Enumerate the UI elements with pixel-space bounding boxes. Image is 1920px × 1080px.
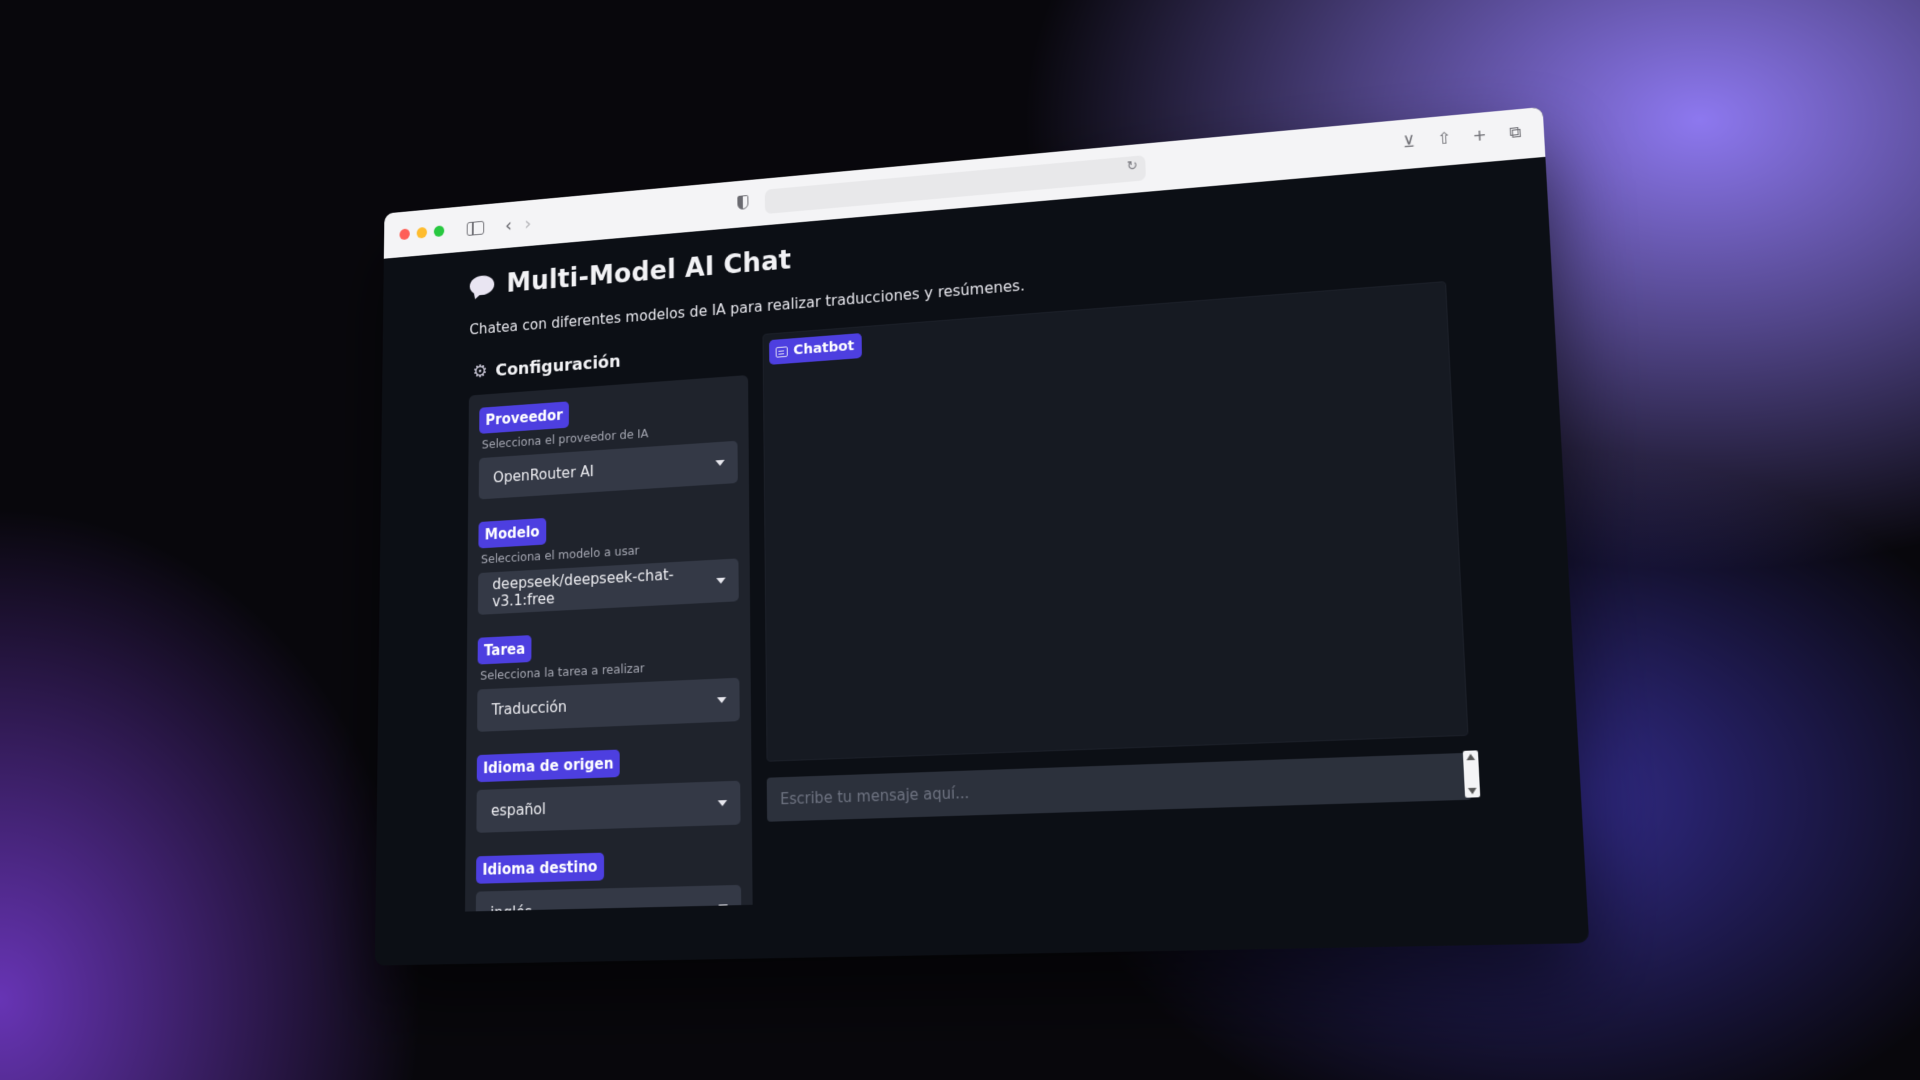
tabs-overview-icon[interactable]: ⧉ [1505, 122, 1525, 144]
config-panel: Proveedor Selecciona el proveedor de IA … [465, 375, 753, 912]
chevron-down-icon [718, 904, 728, 911]
target-language-field: Idioma destino inglés [475, 849, 742, 912]
task-label: Tarea [477, 635, 532, 665]
provider-dropdown[interactable]: OpenRouter AI [478, 440, 738, 500]
window-controls [399, 225, 445, 241]
config-title: Configuración [495, 351, 621, 381]
gear-icon: ⚙ [472, 360, 488, 383]
speech-bubble-icon [469, 274, 495, 296]
share-icon[interactable]: ⇧ [1434, 128, 1454, 149]
shield-icon[interactable] [737, 194, 749, 210]
provider-field: Proveedor Selecciona el proveedor de IA … [478, 389, 738, 500]
message-input-row [766, 750, 1481, 822]
chevron-down-icon [717, 800, 728, 807]
config-header: ⚙ Configuración [472, 341, 748, 383]
download-icon[interactable]: ⊻ [1399, 131, 1419, 152]
new-tab-icon[interactable]: + [1470, 125, 1490, 147]
target-language-value: inglés [490, 903, 532, 912]
chatbot-label-text: Chatbot [793, 338, 855, 359]
source-language-dropdown[interactable]: español [476, 780, 741, 833]
back-chevron-icon[interactable]: ‹ [505, 214, 512, 237]
chatbot-window[interactable]: Chatbot [762, 281, 1469, 762]
scroll-down-icon[interactable] [1467, 787, 1477, 795]
scene: ‹ › ↻ ⊻ ⇧ + ⧉ Multi-Model AI Chat Chatea… [0, 0, 1920, 1080]
target-language-label: Idioma destino [476, 852, 604, 884]
task-field: Tarea Selecciona la tarea a realizar Tra… [477, 625, 740, 732]
message-icon [775, 345, 788, 358]
message-input[interactable] [766, 752, 1472, 822]
zoom-window-button[interactable] [433, 225, 445, 238]
minimize-window-button[interactable] [416, 226, 428, 239]
reload-icon[interactable]: ↻ [1127, 159, 1138, 174]
source-language-value: español [490, 800, 546, 820]
chevron-down-icon [715, 459, 725, 467]
toolbar-right: ⊻ ⇧ + ⧉ [1399, 122, 1525, 153]
scroll-up-icon[interactable] [1466, 753, 1476, 761]
sidebar-toggle-icon[interactable] [466, 220, 485, 236]
chevron-down-icon [717, 696, 727, 704]
task-dropdown[interactable]: Traducción [477, 677, 740, 732]
page-title: Multi-Model AI Chat [506, 243, 792, 299]
forward-chevron-icon[interactable]: › [524, 212, 531, 235]
chat-column: Chatbot [762, 281, 1481, 904]
input-scrollbar[interactable] [1462, 750, 1481, 798]
browser-window: ‹ › ↻ ⊻ ⇧ + ⧉ Multi-Model AI Chat Chatea… [374, 106, 1590, 966]
source-language-field: Idioma de origen español [476, 745, 741, 833]
provider-label: Proveedor [479, 401, 570, 434]
model-label: Modelo [478, 517, 546, 549]
model-dropdown[interactable]: deepseek/deepseek-chat-v3.1:free [477, 558, 739, 615]
chatbot-label: Chatbot [769, 333, 862, 365]
source-language-label: Idioma de origen [476, 749, 620, 783]
close-window-button[interactable] [399, 228, 410, 241]
config-column: ⚙ Configuración Proveedor Selecciona el … [465, 335, 753, 912]
main-layout: ⚙ Configuración Proveedor Selecciona el … [465, 281, 1481, 912]
task-value: Traducción [491, 698, 567, 719]
page-content: Multi-Model AI Chat Chatea con diferente… [375, 157, 1589, 966]
target-language-dropdown[interactable]: inglés [475, 884, 742, 912]
model-field: Modelo Selecciona el modelo a usar deeps… [477, 506, 739, 615]
provider-value: OpenRouter AI [492, 462, 594, 487]
chevron-down-icon [716, 577, 726, 584]
model-value: deepseek/deepseek-chat-v3.1:free [492, 565, 674, 611]
